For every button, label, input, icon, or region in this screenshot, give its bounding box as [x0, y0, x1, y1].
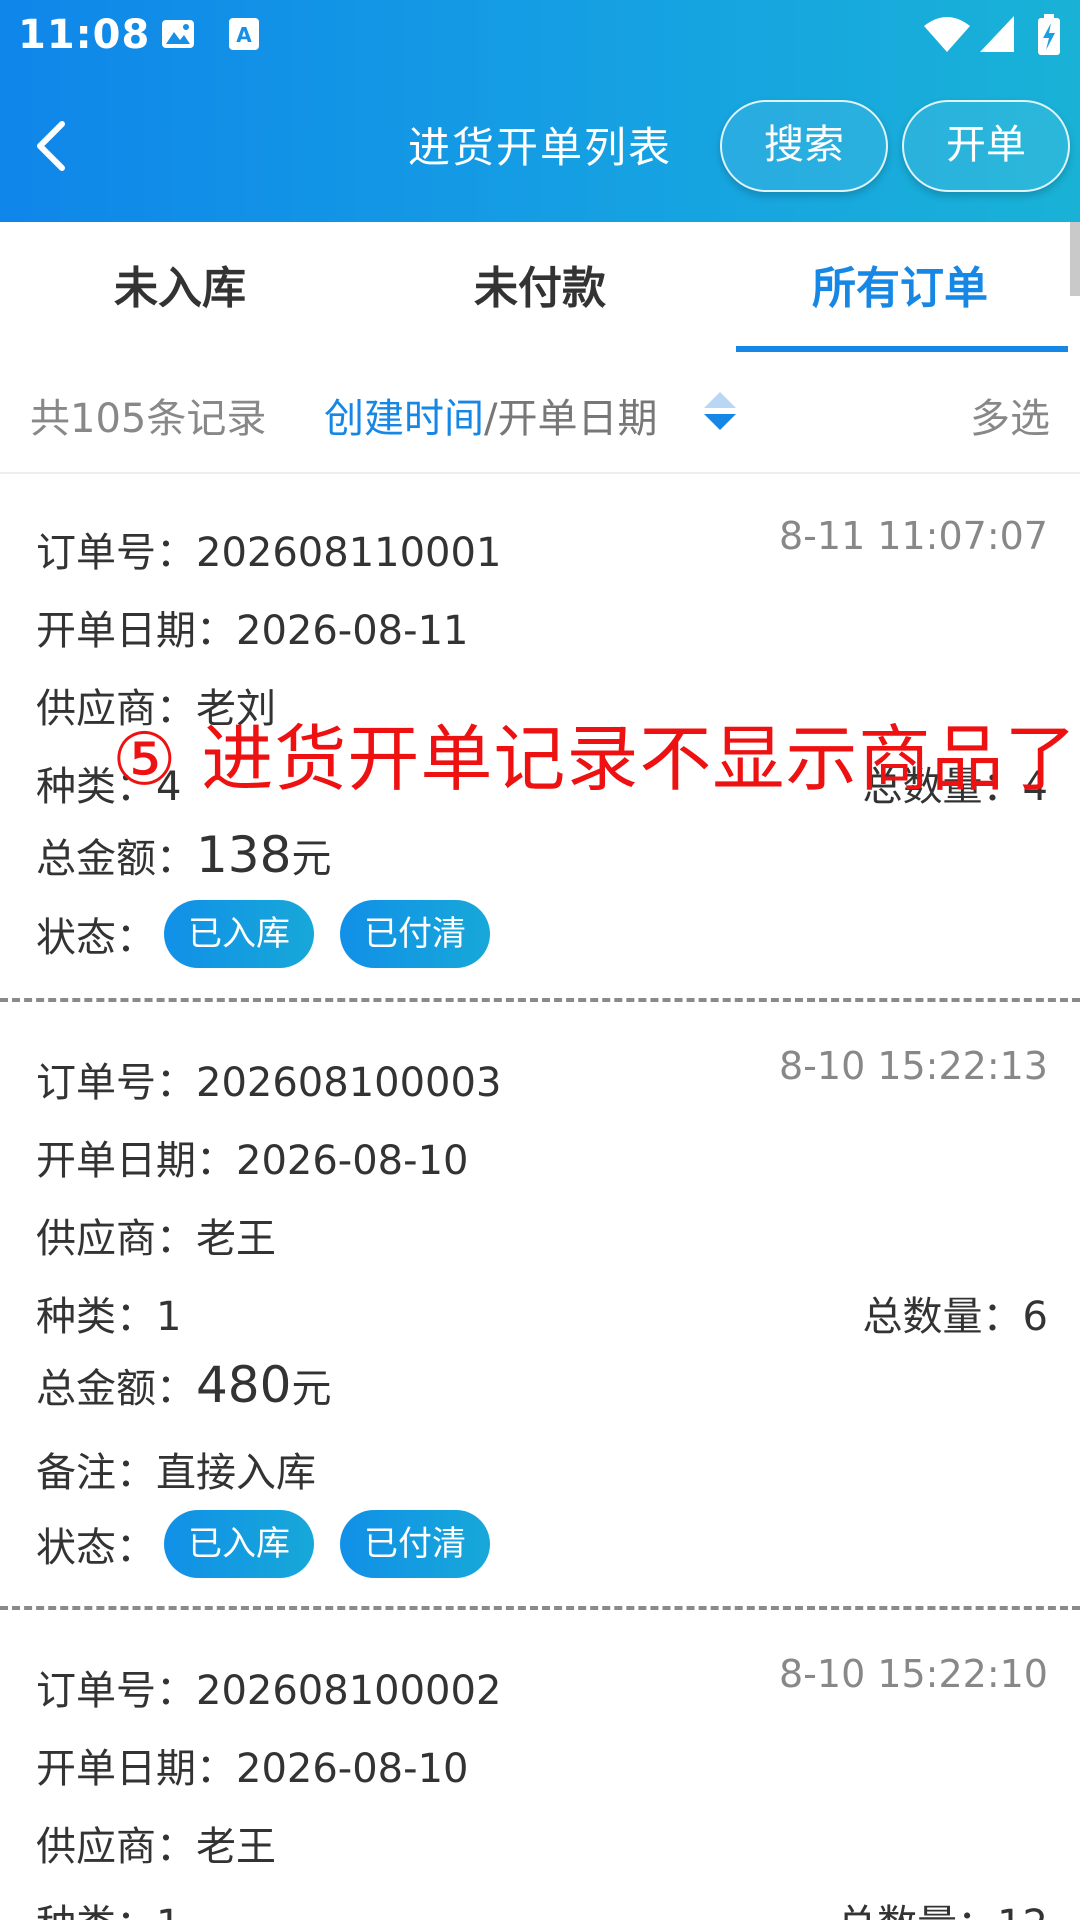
- order-date: 2026-08-11: [236, 608, 469, 654]
- filter-row: 共105条记录 创建时间/开单日期 多选: [0, 352, 1080, 474]
- supplier-name: 老王: [196, 1216, 276, 1262]
- order-created-time: 8-11 11:07:07: [779, 514, 1048, 558]
- supplier-row: 供应商：老王: [36, 1206, 276, 1264]
- search-button[interactable]: 搜索: [720, 100, 888, 192]
- remark-label: 备注：: [36, 1450, 156, 1496]
- order-number-row: 订单号：202608110001: [36, 520, 501, 578]
- status-label: 状态：: [36, 1525, 156, 1571]
- order-card[interactable]: 订单号：202608100002 8-10 15:22:10 开单日期：2026…: [0, 1612, 1080, 1920]
- status-badge-stocked: 已入库: [164, 900, 314, 968]
- total-quantity-label: 总数量：: [837, 1902, 997, 1920]
- sort-option-created-time[interactable]: 创建时间: [324, 396, 484, 442]
- kinds-row: 种类：1: [36, 1892, 181, 1920]
- card-divider: [0, 1606, 1080, 1610]
- status-row: 状态： 已入库 已付清: [36, 900, 516, 968]
- order-date: 2026-08-10: [236, 1746, 469, 1792]
- sort-toggle-icon[interactable]: [700, 390, 740, 434]
- order-created-time: 8-10 15:22:10: [779, 1652, 1048, 1696]
- supplier-name: 老王: [196, 1824, 276, 1870]
- status-time: 11:08: [18, 12, 151, 58]
- order-number: 202608100002: [196, 1668, 502, 1714]
- order-card[interactable]: 订单号：202608100003 8-10 15:22:13 开单日期：2026…: [0, 1004, 1080, 1608]
- remark-row: 备注：直接入库: [36, 1440, 316, 1498]
- status-bar: 11:08 A: [0, 0, 1080, 72]
- svg-text:A: A: [236, 23, 252, 47]
- tab-all-orders[interactable]: 所有订单: [720, 252, 1080, 316]
- kinds-row: 种类：1: [36, 1284, 181, 1342]
- currency-unit: 元: [291, 836, 332, 882]
- kinds-value: 1: [156, 1902, 181, 1920]
- gallery-icon: [162, 20, 194, 48]
- kinds-label: 种类：: [36, 1902, 156, 1920]
- total-amount-row: 总金额：480元: [36, 1356, 331, 1414]
- create-order-button[interactable]: 开单: [902, 100, 1070, 192]
- total-quantity-label: 总数量：: [862, 1294, 1023, 1340]
- total-quantity-row: 总数量：6: [863, 1284, 1048, 1342]
- sort-selector[interactable]: 创建时间/开单日期: [324, 386, 657, 444]
- remark-value: 直接入库: [156, 1450, 316, 1496]
- order-date-row: 开单日期：2026-08-11: [36, 598, 468, 656]
- order-date-label: 开单日期：: [36, 1138, 236, 1184]
- tab-unpaid[interactable]: 未付款: [360, 252, 720, 316]
- page-title: 进货开单列表: [407, 123, 672, 172]
- wifi-icon: [924, 17, 970, 52]
- total-amount-value: 138: [196, 826, 292, 884]
- order-number-label: 订单号：: [36, 1668, 196, 1714]
- order-number-label: 订单号：: [36, 1060, 196, 1106]
- record-count: 共105条记录: [30, 396, 267, 442]
- order-number-row: 订单号：202608100002: [36, 1658, 501, 1716]
- card-divider: [0, 998, 1080, 1002]
- order-number: 202608100003: [196, 1060, 502, 1106]
- order-created-time: 8-10 15:22:13: [779, 1044, 1048, 1088]
- tab-not-stocked[interactable]: 未入库: [0, 252, 360, 316]
- keyboard-app-icon: A: [229, 18, 259, 50]
- back-arrow-icon[interactable]: [30, 116, 80, 176]
- order-date-label: 开单日期：: [36, 608, 236, 654]
- nav-bar: 进货开单列表 搜索 开单: [0, 96, 1080, 196]
- kinds-value: 1: [156, 1294, 182, 1340]
- total-amount-row: 总金额：138元: [36, 826, 331, 884]
- status-label: 状态：: [36, 915, 156, 961]
- status-badge-paid: 已付清: [340, 1510, 490, 1578]
- status-badge-stocked: 已入库: [164, 1510, 314, 1578]
- sort-separator: /: [484, 396, 498, 442]
- order-date-row: 开单日期：2026-08-10: [36, 1736, 468, 1794]
- supplier-row: 供应商：老王: [36, 1814, 276, 1872]
- total-amount-label: 总金额：: [36, 1366, 196, 1412]
- supplier-label: 供应商：: [36, 1824, 196, 1870]
- tab-bar: 未入库 未付款 所有订单: [0, 222, 1080, 352]
- order-number-row: 订单号：202608100003: [36, 1050, 501, 1108]
- kinds-label: 种类：: [36, 1294, 156, 1340]
- app-header: 11:08 A 进货开单列表 搜索 开单: [0, 0, 1080, 222]
- sort-option-order-date[interactable]: 开单日期: [497, 396, 657, 442]
- order-date: 2026-08-10: [236, 1138, 469, 1184]
- multi-select-button[interactable]: 多选: [970, 386, 1050, 444]
- total-quantity-value: 12: [997, 1902, 1048, 1920]
- battery-icon: [1038, 14, 1060, 55]
- total-amount-label: 总金额：: [36, 836, 196, 882]
- order-date-label: 开单日期：: [36, 1746, 236, 1792]
- status-row: 状态： 已入库 已付清: [36, 1510, 516, 1578]
- order-date-row: 开单日期：2026-08-10: [36, 1128, 468, 1186]
- status-badge-paid: 已付清: [340, 900, 490, 968]
- signal-icon: [980, 16, 1014, 52]
- supplier-label: 供应商：: [36, 1216, 196, 1262]
- total-quantity-value: 6: [1022, 1294, 1048, 1340]
- annotation-note: ⑤ 进货开单记录不显示商品了: [112, 717, 1078, 801]
- scrollbar[interactable]: [1070, 222, 1080, 296]
- order-number: 202608110001: [196, 530, 502, 576]
- total-amount-value: 480: [196, 1356, 292, 1414]
- order-number-label: 订单号：: [36, 530, 196, 576]
- total-quantity-row: 总数量：12: [837, 1892, 1048, 1920]
- currency-unit: 元: [291, 1366, 332, 1412]
